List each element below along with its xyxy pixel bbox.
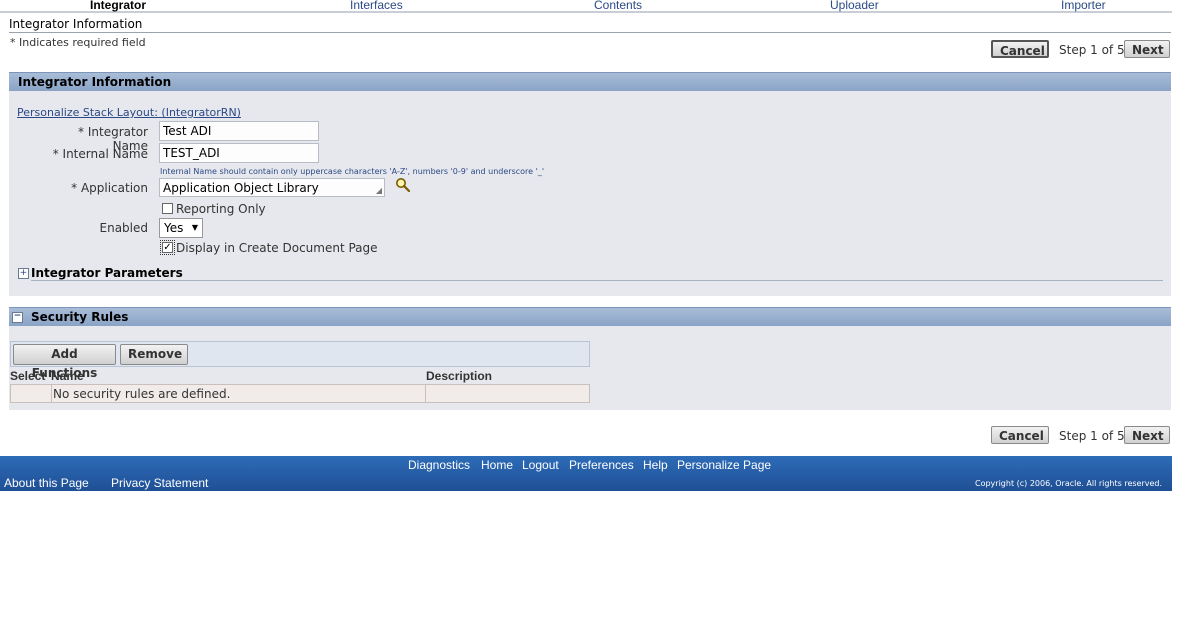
display-create-doc-checkbox[interactable]: ✓ [160, 240, 175, 255]
step-indicator-top: Step 1 of 5 [1059, 43, 1125, 57]
column-header-description[interactable]: Description [426, 369, 492, 383]
next-button-top[interactable]: Next [1124, 40, 1170, 58]
resize-grip-icon: ◢ [375, 186, 382, 195]
footer-link-personalize-page[interactable]: Personalize Page [677, 458, 771, 472]
search-icon[interactable] [395, 177, 411, 193]
required-field-note: * Indicates required field [10, 36, 146, 49]
cell-divider [425, 385, 426, 402]
integrator-name-input[interactable]: Test ADI [159, 121, 319, 141]
reporting-only-label: Reporting Only [176, 202, 266, 216]
security-rules-header-text: Security Rules [31, 310, 129, 324]
next-button-bottom[interactable]: Next [1124, 426, 1170, 444]
expand-plus-icon[interactable]: + [18, 268, 29, 279]
chevron-down-icon: ▼ [191, 223, 198, 232]
application-label: * Application [71, 181, 148, 195]
train-step-uploader[interactable]: Uploader [830, 0, 879, 12]
internal-name-hint: Internal Name should contain only upperc… [160, 167, 545, 176]
application-input-value: Application Object Library [163, 181, 319, 195]
footer-link-logout[interactable]: Logout [522, 458, 559, 472]
internal-name-input[interactable]: TEST_ADI [159, 143, 319, 163]
copyright-text: Copyright (c) 2006, Oracle. All rights r… [975, 479, 1163, 488]
params-divider [31, 280, 1163, 281]
security-rules-header: − Security Rules [9, 307, 1171, 326]
integrator-info-header-text: Integrator Information [18, 75, 172, 89]
enabled-select-value: Yes [164, 221, 184, 235]
cancel-button-top[interactable]: Cancel [991, 40, 1049, 58]
security-rules-table: Add Functions Remove Select Name Descrip… [10, 341, 590, 403]
integrator-info-header: Integrator Information [9, 72, 1171, 91]
page-title: Integrator Information [9, 17, 143, 31]
train-step-interfaces[interactable]: Interfaces [350, 0, 403, 12]
footer-link-help[interactable]: Help [643, 458, 668, 472]
remove-button[interactable]: Remove [120, 344, 188, 365]
footer-link-home[interactable]: Home [481, 458, 513, 472]
footer: Diagnostics Home Logout Preferences Help… [0, 456, 1172, 491]
train-step-importer[interactable]: Importer [1061, 0, 1106, 12]
column-header-select: Select [10, 369, 46, 383]
cancel-button-bottom[interactable]: Cancel [991, 426, 1049, 444]
empty-table-message: No security rules are defined. [53, 387, 231, 401]
train-step-integrator[interactable]: Integrator [90, 0, 146, 12]
column-header-name[interactable]: Name [51, 369, 84, 383]
table-row: No security rules are defined. [10, 384, 590, 403]
enabled-label: Enabled [99, 221, 149, 235]
application-input[interactable]: Application Object Library ◢ [159, 178, 385, 197]
train-step-contents[interactable]: Contents [594, 0, 642, 12]
internal-name-label: * Internal Name [52, 147, 148, 161]
footer-link-privacy-statement[interactable]: Privacy Statement [111, 476, 208, 490]
enabled-select[interactable]: Yes ▼ [159, 218, 203, 238]
integrator-parameters-header[interactable]: Integrator Parameters [31, 266, 183, 280]
step-indicator-bottom: Step 1 of 5 [1059, 429, 1125, 443]
collapse-minus-icon[interactable]: − [12, 312, 23, 323]
personalize-stack-layout-link[interactable]: Personalize Stack Layout: (IntegratorRN) [17, 106, 241, 119]
process-train: Integrator Interfaces Contents Uploader … [0, 0, 1172, 13]
train-bar [0, 0, 1172, 13]
table-toolbar: Add Functions Remove [10, 341, 590, 380]
footer-link-about-page[interactable]: About this Page [4, 476, 89, 490]
add-functions-button[interactable]: Add Functions [13, 344, 116, 380]
cell-divider [51, 385, 52, 402]
reporting-only-checkbox[interactable] [162, 203, 173, 214]
footer-link-diagnostics[interactable]: Diagnostics [408, 458, 470, 472]
title-divider [9, 32, 1171, 33]
display-create-doc-label: Display in Create Document Page [176, 241, 378, 255]
integrator-info-panel: Integrator Information Personalize Stack… [9, 72, 1171, 296]
footer-link-preferences[interactable]: Preferences [569, 458, 634, 472]
